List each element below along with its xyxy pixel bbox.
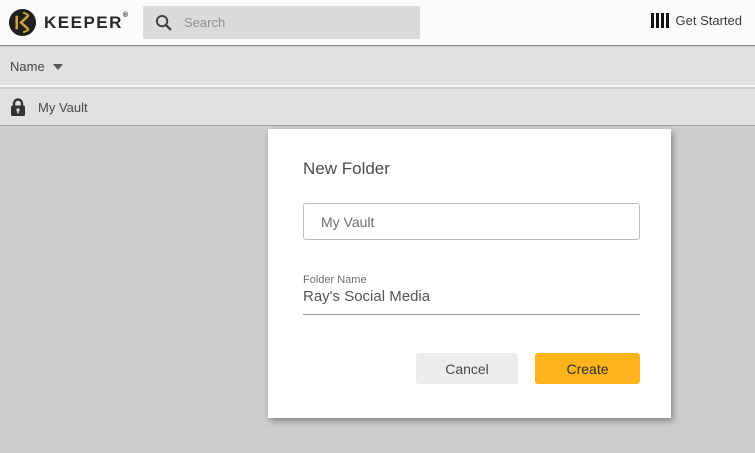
search-icon [155, 14, 172, 31]
get-started-button[interactable]: Get Started [650, 13, 742, 28]
name-header-label: Name [10, 58, 45, 74]
folder-name-input[interactable] [303, 288, 640, 315]
folder-name-label: Folder Name [303, 274, 367, 286]
folder-row-label: My Vault [38, 99, 88, 115]
keeper-brand[interactable]: KEEPER® [8, 8, 130, 37]
search-input[interactable] [184, 15, 404, 30]
name-column-header[interactable]: Name [0, 47, 755, 87]
folder-row-my-vault[interactable]: My Vault [0, 89, 755, 126]
lock-icon [11, 97, 25, 116]
keeper-logo-icon [8, 8, 37, 37]
search-box[interactable] [143, 6, 420, 39]
registered-mark: ® [122, 11, 130, 19]
create-button[interactable]: Create [535, 353, 640, 384]
parent-folder-value: My Vault [321, 213, 375, 230]
parent-folder-select[interactable]: My Vault [303, 203, 640, 240]
brand-name: KEEPER® [44, 11, 130, 32]
new-folder-dialog: New Folder My Vault Folder Name Cancel C… [268, 129, 671, 418]
dialog-title: New Folder [303, 159, 390, 178]
cancel-button[interactable]: Cancel [416, 353, 518, 384]
keeper-app-window: KEEPER® Get Started Name My Vault Ne [0, 0, 755, 453]
topbar: KEEPER® Get Started [0, 0, 755, 46]
get-started-label: Get Started [675, 13, 742, 28]
sort-caret-icon [52, 64, 63, 70]
bars-icon [650, 13, 669, 28]
